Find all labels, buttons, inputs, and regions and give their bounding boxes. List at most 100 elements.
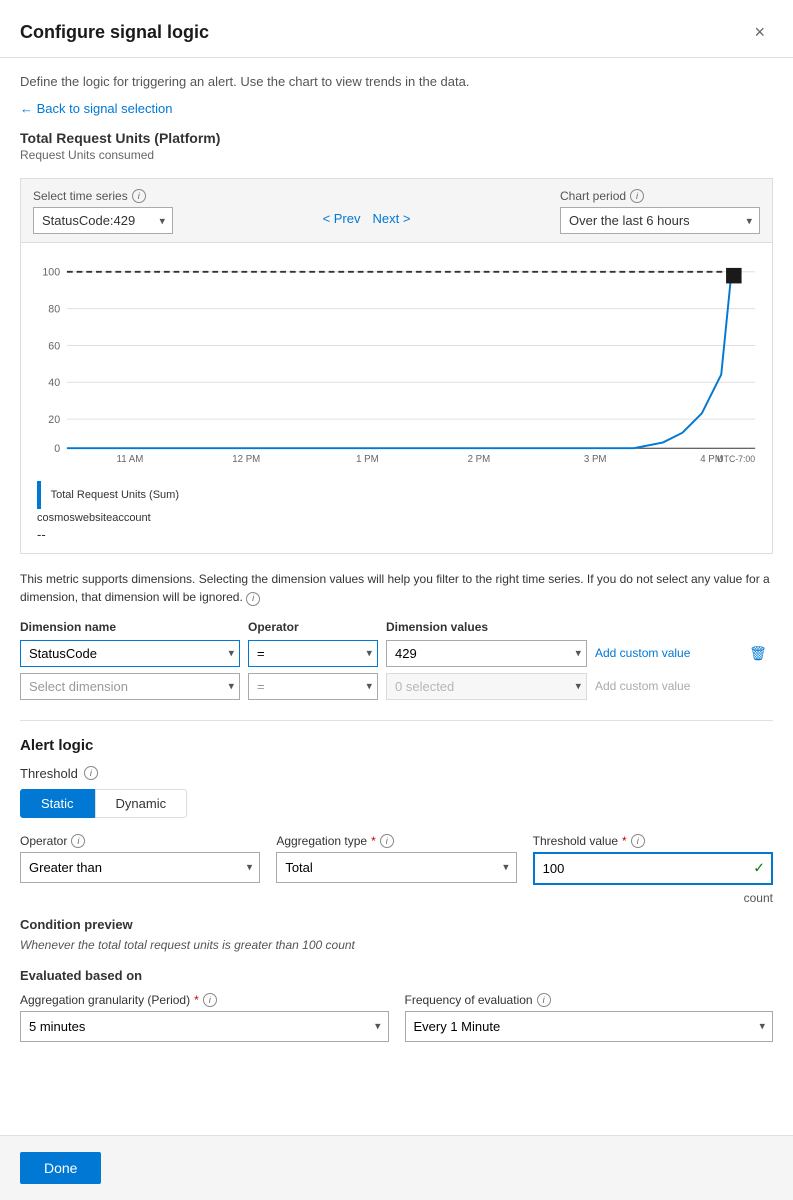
threshold-value-info-icon[interactable]: i — [631, 834, 645, 848]
frequency-group: Frequency of evaluation i Every 1 Minute… — [405, 993, 774, 1042]
frequency-select[interactable]: Every 1 Minute Every 5 Minutes Every 15 … — [405, 1011, 774, 1042]
dimension-value-select-2: 0 selected — [386, 673, 587, 700]
prev-button[interactable]: < Prev — [321, 207, 363, 230]
svg-text:100: 100 — [42, 267, 60, 279]
dimension-table-header: Dimension name Operator Dimension values — [20, 620, 773, 640]
dimension-row: StatusCode = 429 Add custom value 🗑 — [20, 640, 773, 667]
back-to-signal-link[interactable]: ← Back to signal selection — [20, 101, 172, 116]
svg-text:12 PM: 12 PM — [232, 454, 260, 465]
agg-granularity-select-wrapper: 5 minutes 1 minute 15 minutes 30 minutes… — [20, 1011, 389, 1042]
col-dimension-values: Dimension values — [386, 620, 587, 634]
legend-color-bar — [37, 481, 41, 509]
operator-group: Operator i Greater than Less than Greate… — [20, 834, 260, 905]
spacer — [20, 1058, 773, 1118]
evaluated-title: Evaluated based on — [20, 968, 773, 983]
chart-period-select-wrapper: Over the last 6 hours Over the last 1 ho… — [560, 207, 760, 234]
threshold-input-wrapper: ✓ — [533, 852, 773, 885]
description-text: Define the logic for triggering an alert… — [20, 74, 773, 89]
agg-granularity-label: Aggregation granularity (Period) * i — [20, 993, 389, 1007]
chart-legend: Total Request Units (Sum) cosmoswebsitea… — [33, 481, 760, 545]
dimension-name-wrapper-1: StatusCode — [20, 640, 240, 667]
condition-preview-title: Condition preview — [20, 917, 773, 932]
agg-type-label: Aggregation type * i — [276, 834, 516, 848]
threshold-unit-label: count — [533, 891, 773, 905]
dimension-operator-wrapper-1: = — [248, 640, 378, 667]
dimension-name-select-2[interactable]: Select dimension — [20, 673, 240, 700]
alert-logic-form-row: Operator i Greater than Less than Greate… — [20, 834, 773, 905]
modal-body: Define the logic for triggering an alert… — [0, 58, 793, 1135]
dimension-info-icon[interactable]: i — [246, 592, 260, 606]
dimension-value-wrapper-1: 429 — [386, 640, 587, 667]
add-custom-value-1[interactable]: Add custom value — [595, 646, 735, 660]
threshold-toggle-group: Static Dynamic — [20, 789, 773, 818]
time-series-info-icon[interactable]: i — [132, 189, 146, 203]
svg-text:80: 80 — [48, 304, 60, 316]
col-dimension-name: Dimension name — [20, 620, 240, 634]
signal-subtitle: Request Units consumed — [20, 148, 773, 162]
frequency-select-wrapper: Every 1 Minute Every 5 Minutes Every 15 … — [405, 1011, 774, 1042]
dimension-operator-select-1[interactable]: = — [248, 640, 378, 667]
time-series-select[interactable]: StatusCode:429 — [33, 207, 173, 234]
frequency-label: Frequency of evaluation i — [405, 993, 774, 1007]
frequency-info-icon[interactable]: i — [537, 993, 551, 1007]
time-series-select-wrapper: StatusCode:429 — [33, 207, 173, 234]
chart-controls: Select time series i StatusCode:429 < Pr… — [20, 178, 773, 243]
next-button[interactable]: Next > — [371, 207, 413, 230]
threshold-value-input[interactable] — [533, 852, 773, 885]
dimension-row-2: Select dimension = 0 selected Add custom… — [20, 673, 773, 700]
threshold-check-icon: ✓ — [753, 860, 765, 877]
col-operator: Operator — [248, 620, 378, 634]
condition-preview-text: Whenever the total total request units i… — [20, 938, 773, 952]
chart-svg: 100 80 60 40 20 0 — [33, 255, 760, 465]
chart-period-select[interactable]: Over the last 6 hours Over the last 1 ho… — [560, 207, 760, 234]
condition-preview-section: Condition preview Whenever the total tot… — [20, 917, 773, 952]
agg-granularity-info-icon[interactable]: i — [203, 993, 217, 1007]
add-custom-value-2: Add custom value — [595, 679, 735, 693]
signal-info: Total Request Units (Platform) Request U… — [20, 130, 773, 162]
dimension-table: Dimension name Operator Dimension values… — [20, 620, 773, 700]
svg-text:2 PM: 2 PM — [468, 454, 491, 465]
threshold-value-group: Threshold value * i ✓ count — [533, 834, 773, 905]
dimension-info-text: This metric supports dimensions. Selecti… — [20, 570, 773, 606]
svg-text:11 AM: 11 AM — [117, 454, 144, 465]
dimension-name-select-1[interactable]: StatusCode — [20, 640, 240, 667]
dimension-value-select-1[interactable]: 429 — [386, 640, 587, 667]
dimension-operator-select-2[interactable]: = — [248, 673, 378, 700]
chart-period-control: Chart period i Over the last 6 hours Ove… — [560, 189, 760, 234]
close-button[interactable]: × — [746, 18, 773, 47]
divider — [20, 720, 773, 721]
threshold-section: Threshold i Static Dynamic — [20, 766, 773, 818]
modal-header: Configure signal logic × — [0, 0, 793, 58]
chart-area: 100 80 60 40 20 0 — [20, 243, 773, 554]
operator-select-wrapper: Greater than Less than Greater than or e… — [20, 852, 260, 883]
dynamic-threshold-btn[interactable]: Dynamic — [95, 789, 188, 818]
signal-title: Total Request Units (Platform) — [20, 130, 773, 146]
svg-text:20: 20 — [48, 414, 60, 426]
operator-label: Operator i — [20, 834, 260, 848]
delete-dimension-1[interactable]: 🗑 — [743, 643, 773, 664]
modal-title: Configure signal logic — [20, 22, 209, 43]
legend-text: Total Request Units (Sum) cosmoswebsitea… — [37, 489, 179, 542]
agg-type-select[interactable]: Total Average Count Maximum Minimum — [276, 852, 516, 883]
modal-footer: Done — [0, 1135, 793, 1200]
evaluated-section: Evaluated based on Aggregation granulari… — [20, 968, 773, 1042]
alert-logic-title: Alert logic — [20, 737, 773, 754]
agg-type-info-icon[interactable]: i — [380, 834, 394, 848]
time-series-label: Select time series i — [33, 189, 173, 203]
alert-logic-section: Alert logic Threshold i Static Dynamic O… — [20, 737, 773, 1042]
chart-svg-container: 100 80 60 40 20 0 — [33, 255, 760, 475]
chart-period-info-icon[interactable]: i — [630, 189, 644, 203]
modal-configure-signal: Configure signal logic × Define the logi… — [0, 0, 793, 1200]
evaluated-row: Aggregation granularity (Period) * i 5 m… — [20, 993, 773, 1042]
operator-info-icon[interactable]: i — [71, 834, 85, 848]
done-button[interactable]: Done — [20, 1152, 101, 1184]
static-threshold-btn[interactable]: Static — [20, 789, 95, 818]
agg-granularity-select[interactable]: 5 minutes 1 minute 15 minutes 30 minutes… — [20, 1011, 389, 1042]
svg-text:1 PM: 1 PM — [356, 454, 379, 465]
agg-type-group: Aggregation type * i Total Average Count… — [276, 834, 516, 905]
svg-text:3 PM: 3 PM — [584, 454, 607, 465]
dimension-value-wrapper-2: 0 selected — [386, 673, 587, 700]
threshold-info-icon[interactable]: i — [84, 766, 98, 780]
operator-select[interactable]: Greater than Less than Greater than or e… — [20, 852, 260, 883]
agg-granularity-group: Aggregation granularity (Period) * i 5 m… — [20, 993, 389, 1042]
